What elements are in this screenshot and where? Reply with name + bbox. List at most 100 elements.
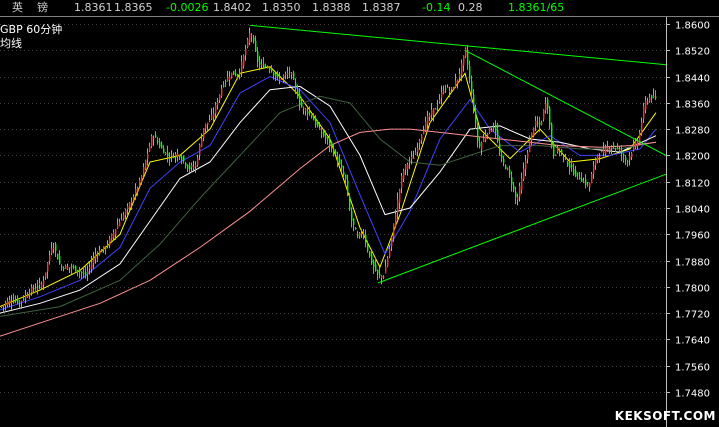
candle-body <box>359 232 361 237</box>
candle-body <box>579 177 581 180</box>
candle-body <box>535 120 537 126</box>
candle-body <box>611 147 613 149</box>
candle-body <box>233 71 235 75</box>
candle-body <box>437 105 439 107</box>
candle-body <box>451 87 453 90</box>
candle-body <box>23 298 25 300</box>
moving-average-lines <box>0 66 657 337</box>
y-tick-label: 1.8520 <box>675 47 710 58</box>
candle-body <box>103 246 105 250</box>
candle-body <box>265 66 267 68</box>
candle-body <box>251 35 253 37</box>
candle-body <box>381 275 383 279</box>
candle-body <box>115 229 117 235</box>
candle-body <box>595 160 597 165</box>
candle-body <box>353 218 355 226</box>
moving-average-line <box>0 128 657 337</box>
candle-body <box>565 158 567 160</box>
candle-body <box>375 264 377 271</box>
candle-body <box>335 151 337 154</box>
candle-body <box>331 142 333 148</box>
candle-body <box>609 148 611 151</box>
candle-body <box>245 49 247 56</box>
candle-body <box>563 155 565 157</box>
candle-body <box>539 122 541 126</box>
watermark: KEKSOFT.COM <box>614 409 716 423</box>
candle-body <box>77 270 79 272</box>
candle-body <box>325 136 327 139</box>
candle-body <box>125 210 127 215</box>
candle-body <box>361 233 363 235</box>
candle-body <box>283 75 285 78</box>
candle-body <box>97 254 99 256</box>
candle-body <box>559 150 561 152</box>
candle-body <box>383 276 385 278</box>
candle-body <box>21 301 23 303</box>
candle-body <box>311 115 313 118</box>
candle-body <box>105 247 107 249</box>
candle-body <box>651 95 653 99</box>
candle-body <box>255 41 257 51</box>
candle-body <box>435 108 437 110</box>
candle-body <box>367 243 369 251</box>
candle-body <box>193 166 195 169</box>
candle-body <box>135 188 137 195</box>
candle-body <box>337 156 339 163</box>
candle-body <box>7 301 9 306</box>
candle-body <box>307 111 309 114</box>
candle-body <box>543 110 545 120</box>
candle-body <box>71 265 73 268</box>
candle-body <box>591 173 593 184</box>
candle-body <box>189 165 191 170</box>
candle-body <box>457 79 459 84</box>
candle-body <box>253 37 255 42</box>
candle-body <box>645 100 647 110</box>
candle-body <box>243 55 245 67</box>
candle-body <box>153 137 155 139</box>
candle-body <box>371 254 373 264</box>
candle-body <box>69 267 71 269</box>
candle-body <box>43 280 45 285</box>
candle-body <box>131 201 133 204</box>
candle-body <box>345 174 347 180</box>
candle-body <box>237 74 239 76</box>
y-tick-label: 1.7480 <box>675 389 710 400</box>
candle-body <box>65 265 67 269</box>
candle-body <box>3 304 5 306</box>
candle-body <box>581 178 583 182</box>
grid-lines <box>0 24 666 393</box>
candle-body <box>157 140 159 143</box>
candle-body <box>401 175 403 188</box>
candle-body <box>185 162 187 167</box>
candle-body <box>11 301 13 303</box>
candle-body <box>201 138 203 147</box>
candle-body <box>41 283 43 288</box>
candle-body <box>101 251 103 253</box>
candle-body <box>423 130 425 135</box>
y-tick-label: 1.8280 <box>675 126 710 137</box>
candle-body <box>145 160 147 170</box>
candle-body <box>443 90 445 93</box>
candle-body <box>343 171 345 175</box>
candle-body <box>461 63 463 75</box>
candle-body <box>47 262 49 272</box>
candle-body <box>61 266 63 268</box>
candle-body <box>273 72 275 76</box>
candle-body <box>485 135 487 141</box>
candle-body <box>471 81 473 94</box>
candle-body <box>349 196 351 210</box>
candle-body <box>25 295 27 299</box>
candle-body <box>297 90 299 98</box>
candle-body <box>205 123 207 129</box>
candle-body <box>51 248 53 254</box>
candle-body <box>117 224 119 229</box>
candle-body <box>583 181 585 183</box>
candle-body <box>455 80 457 88</box>
candle-body <box>607 147 609 150</box>
candle-body <box>403 170 405 179</box>
candle-body <box>463 55 465 66</box>
candle-body <box>73 266 75 268</box>
candle-body <box>365 234 367 244</box>
candle-body <box>529 140 531 153</box>
candle-body <box>333 148 335 155</box>
